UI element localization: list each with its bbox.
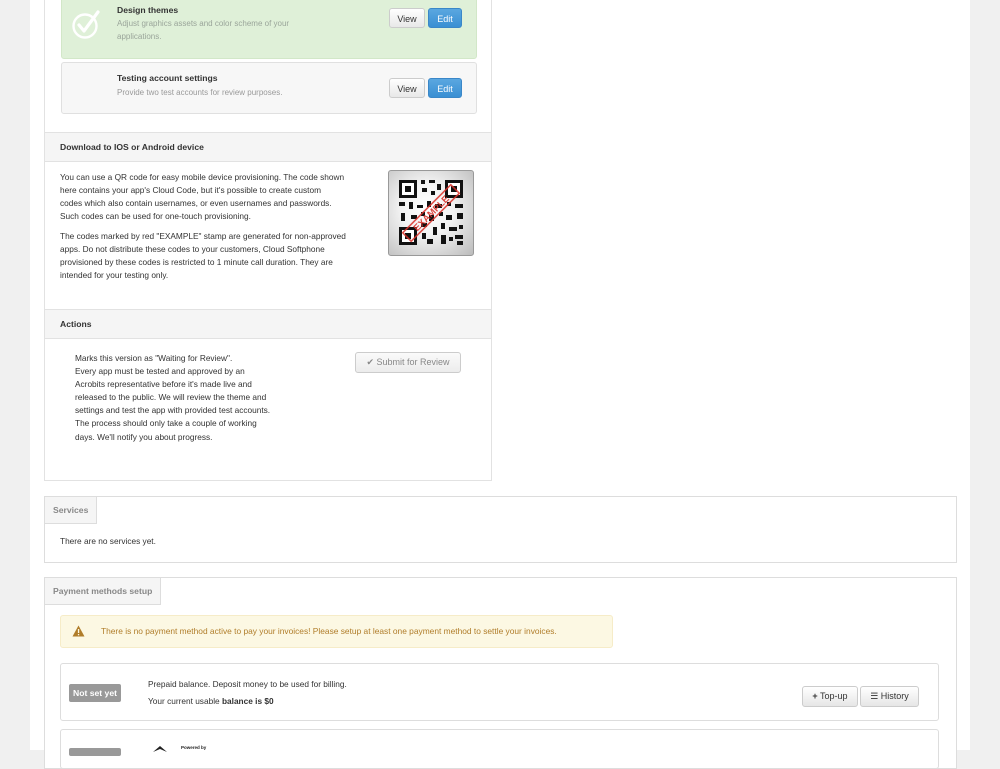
app-settings-panel: Design themes Adjust graphics assets and… <box>44 0 492 481</box>
actions-text-line: Marks this version as "Waiting for Revie… <box>75 353 233 363</box>
payment-warning-alert: There is no payment method active to pay… <box>60 615 613 648</box>
view-button[interactable]: View <box>389 8 425 28</box>
top-up-button[interactable]: + Top-up <box>802 686 858 707</box>
edit-button[interactable]: Edit <box>428 78 462 98</box>
warning-icon <box>72 625 85 639</box>
prepaid-balance-card: Not set yet Prepaid balance. Deposit mon… <box>60 663 939 721</box>
settings-item-design-themes: Design themes Adjust graphics assets and… <box>61 0 477 59</box>
plus-icon: + <box>812 691 818 701</box>
status-badge <box>69 748 121 756</box>
services-panel: Services There are no services yet. <box>44 496 957 563</box>
list-icon: ☰ <box>870 691 879 701</box>
checkmark-circle-icon <box>72 9 102 41</box>
settings-item-testing-accounts: Testing account settings Provide two tes… <box>61 62 477 114</box>
item-title: Design themes <box>117 5 179 15</box>
section-heading-actions: Actions <box>45 309 491 339</box>
top-up-label: Top-up <box>820 691 848 701</box>
item-description: Provide two test accounts for review pur… <box>117 88 283 97</box>
actions-text-line: Every app must be tested and approved by… <box>75 366 271 416</box>
svg-text:EXAMPLE: EXAMPLE <box>412 194 452 234</box>
page-content: Design themes Adjust graphics assets and… <box>30 0 970 769</box>
services-empty-message: There are no services yet. <box>60 536 156 546</box>
tab-services[interactable]: Services <box>45 497 98 524</box>
actions-description: Marks this version as "Waiting for Revie… <box>75 352 275 444</box>
qr-code: EXAMPLE <box>388 170 474 256</box>
item-description: Adjust graphics assets and color scheme … <box>117 19 290 41</box>
view-button[interactable]: View <box>389 78 425 98</box>
powered-by-text: Powered by <box>181 745 207 750</box>
payment-method-card: Powered by <box>60 729 939 769</box>
edit-button[interactable]: Edit <box>428 8 462 28</box>
item-title: Testing account settings <box>117 73 218 83</box>
prepaid-description: Prepaid balance. Deposit money to be use… <box>148 679 347 689</box>
submit-for-review-button[interactable]: ✔ Submit for Review <box>355 352 461 373</box>
download-paragraph-1: You can use a QR code for easy mobile de… <box>60 172 345 221</box>
history-button[interactable]: ☰ History <box>860 686 919 707</box>
payment-methods-panel: Payment methods setup There is no paymen… <box>44 577 957 769</box>
download-paragraph-2: The codes marked by red "EXAMPLE" stamp … <box>60 231 346 280</box>
tab-payment-methods[interactable]: Payment methods setup <box>45 578 162 605</box>
balance-line: Your current usable balance is $0 <box>148 696 274 706</box>
submit-label: Submit for Review <box>376 357 450 367</box>
status-badge: Not set yet <box>69 684 121 702</box>
provider-logo <box>153 746 167 756</box>
warning-text: There is no payment method active to pay… <box>101 626 557 636</box>
check-icon: ✔ <box>366 357 374 367</box>
section-heading-download: Download to IOS or Android device <box>45 132 491 162</box>
actions-text-line: The process should only take a couple of… <box>75 418 257 442</box>
balance-value: balance is $0 <box>221 696 274 706</box>
balance-prefix: Your current usable <box>148 696 222 706</box>
history-label: History <box>880 691 909 701</box>
